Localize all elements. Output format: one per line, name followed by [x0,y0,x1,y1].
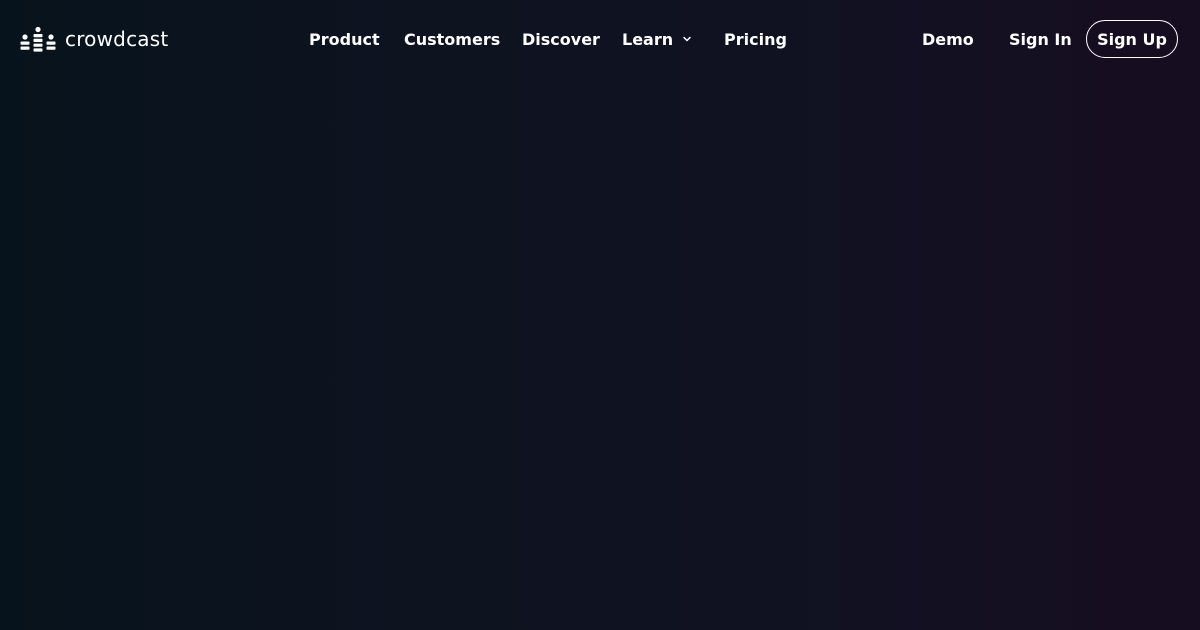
nav-discover-link[interactable]: Discover [522,29,600,51]
nav-product-link[interactable]: Product [309,29,380,51]
brand-logo-link[interactable]: crowdcast [20,26,168,52]
brand-name: crowdcast [65,27,169,51]
demo-link[interactable]: Demo [922,29,974,51]
sign-up-button[interactable]: Sign Up [1086,20,1178,58]
chevron-down-icon [683,36,691,42]
hero-background [0,80,1200,630]
crowd-bars-icon [20,26,56,52]
top-navigation-bar: crowdcast Product Customers Discover Lea… [0,0,1200,80]
sign-in-link[interactable]: Sign In [1009,29,1072,51]
nav-customers-link[interactable]: Customers [404,29,500,51]
nav-learn-label: Learn [622,30,674,49]
nav-pricing-link[interactable]: Pricing [724,29,787,51]
nav-learn-dropdown[interactable]: Learn [622,29,692,51]
